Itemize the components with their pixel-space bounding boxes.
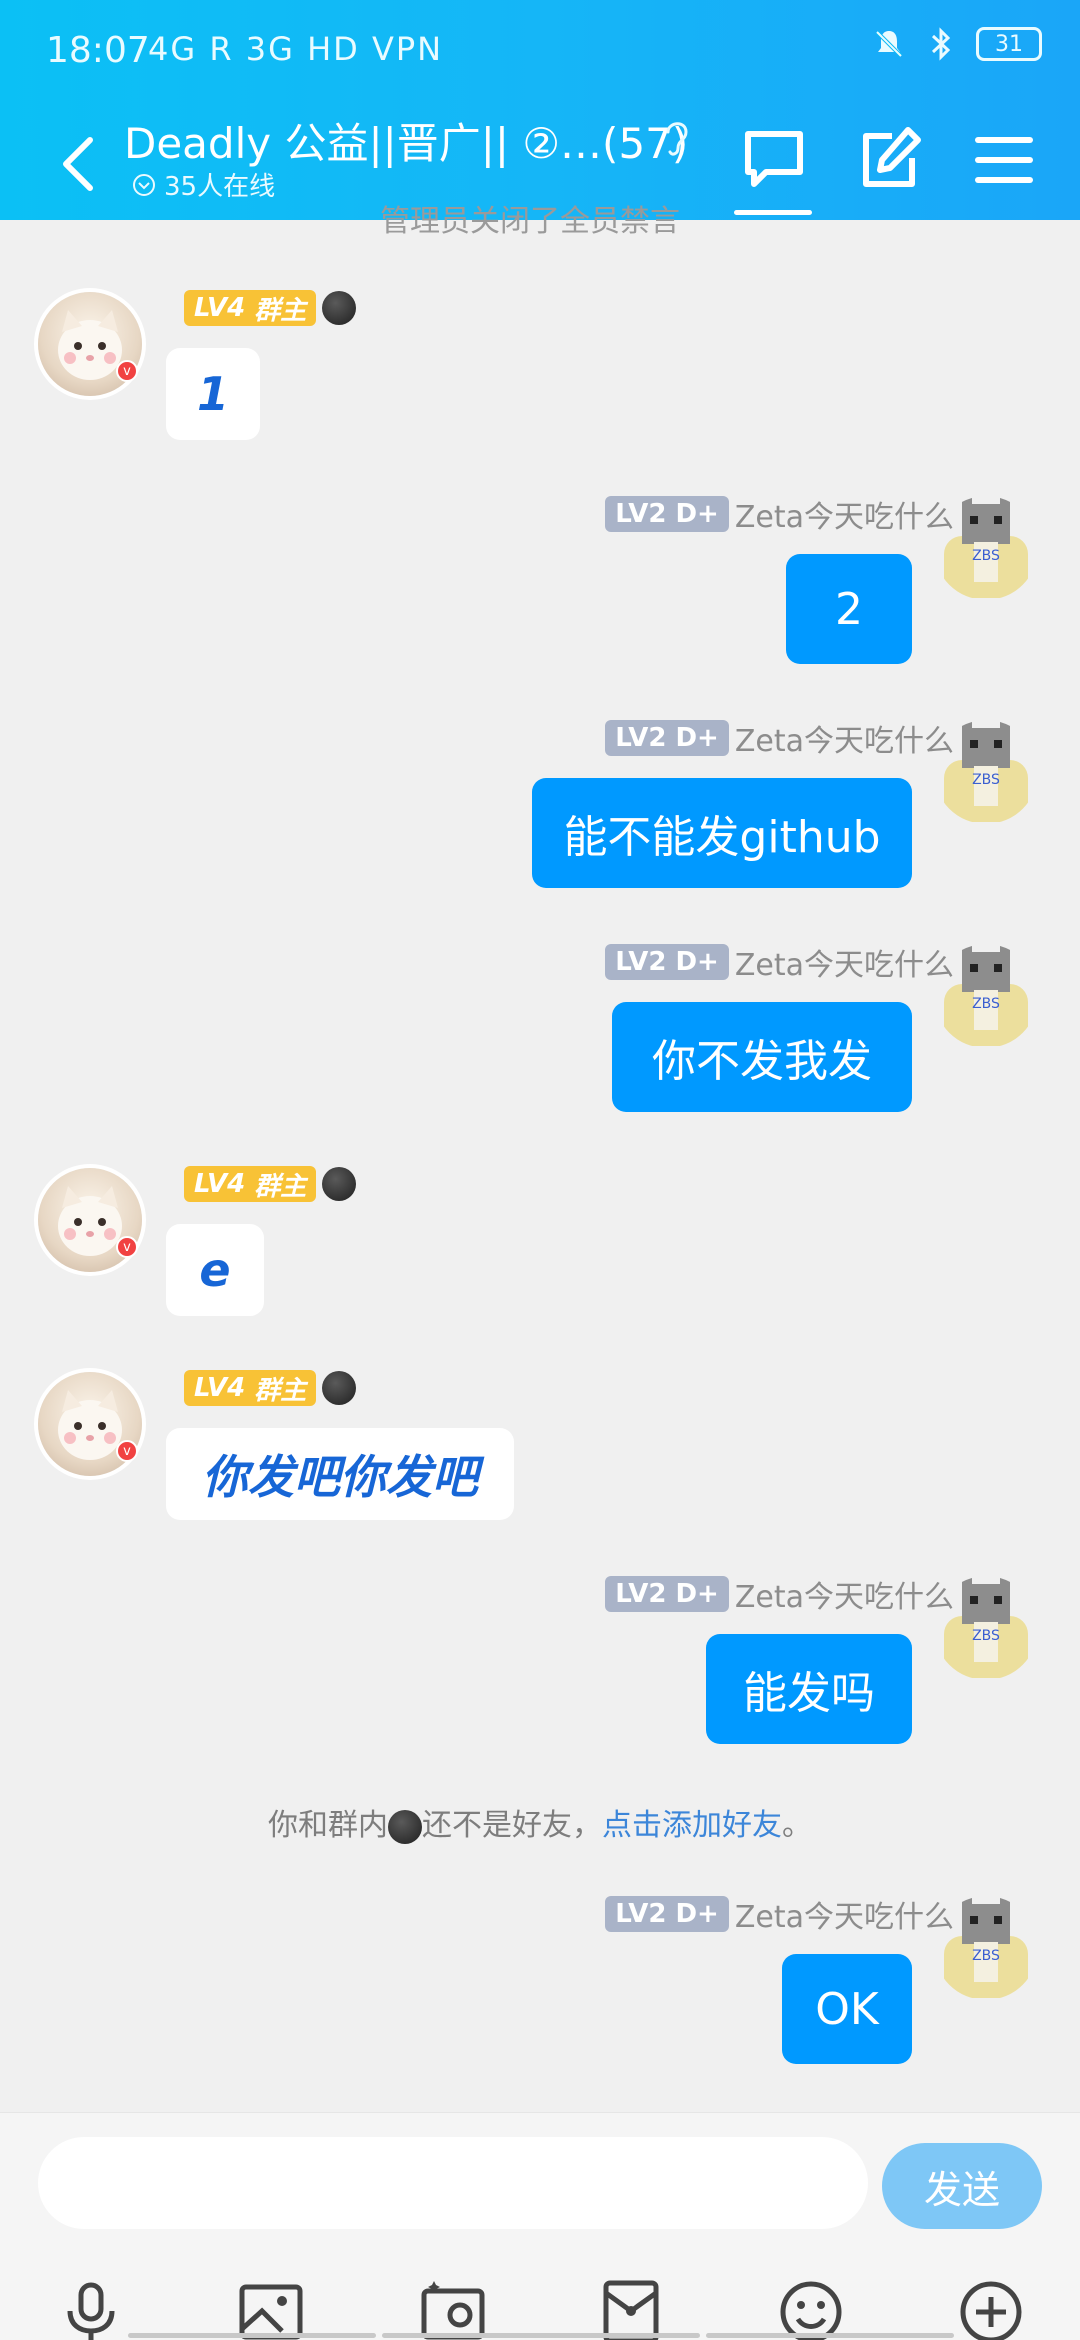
sender-name[interactable]: Zeta今天吃什么 <box>735 1892 954 1936</box>
level-label: LV4 <box>194 1169 246 1199</box>
dark-face-emoji-icon <box>322 291 357 325</box>
microphone-icon[interactable] <box>56 2277 126 2340</box>
message-meta: LV2 D+ Zeta今天吃什么 <box>605 716 954 760</box>
group-title[interactable]: Deadly 公益||晋广|| ②…(57) <box>124 110 688 171</box>
message-list[interactable]: 管理员关闭了全员禁言 v LV4 群主 1 ZBS LV2 D+ Zeta今天吃… <box>0 204 1080 2110</box>
level-badge: LV4 群主 <box>184 1166 317 1202</box>
role-label: 群主 <box>254 1171 307 1202</box>
svg-text:ZBS: ZBS <box>972 996 1000 1012</box>
message-bubble[interactable]: 你不发我发 <box>612 1002 912 1112</box>
sender-name[interactable]: Zeta今天吃什么 <box>735 492 954 536</box>
notice-middle: 还不是好友， <box>422 1808 602 1843</box>
online-count-label: 35人在线 <box>164 172 276 202</box>
emoji-icon[interactable] <box>776 2277 846 2340</box>
partially-hidden-system-text: 管理员关闭了全员禁言 <box>380 204 680 239</box>
header: 18:07 4G R 3G HD VPN 31 Deadly 公益||晋广|| … <box>0 0 1080 220</box>
chat-bubble-icon[interactable] <box>736 122 812 198</box>
role-label: 群主 <box>254 1375 307 1406</box>
edit-icon[interactable] <box>852 122 928 198</box>
level-badge: LV2 D+ <box>605 944 729 980</box>
verified-badge: v <box>116 360 138 382</box>
level-badge: LV4 群主 <box>184 290 317 326</box>
gesture-bar <box>382 2333 700 2338</box>
red-packet-icon[interactable] <box>596 2277 666 2340</box>
status-time: 18:07 <box>46 30 150 71</box>
svg-text:ZBS: ZBS <box>972 548 1000 564</box>
mute-bell-icon <box>875 30 903 58</box>
message-bubble[interactable]: 2 <box>786 554 912 664</box>
menu-icon[interactable] <box>966 122 1042 198</box>
message-meta: LV2 D+ Zeta今天吃什么 <box>605 1892 954 1936</box>
role-label: 群主 <box>254 295 307 326</box>
level-label: LV4 <box>194 1373 246 1403</box>
message-meta: LV4 群主 <box>184 290 357 326</box>
sender-name[interactable]: Zeta今天吃什么 <box>735 1572 954 1616</box>
level-badge: LV2 D+ <box>605 1576 729 1612</box>
dark-face-emoji-icon <box>322 1167 357 1201</box>
image-icon[interactable] <box>236 2277 306 2340</box>
input-bar: 发送 <box>0 2112 1080 2340</box>
gesture-bar <box>128 2333 376 2338</box>
level-badge: LV2 D+ <box>605 496 729 532</box>
svg-text:ZBS: ZBS <box>972 1948 1000 1964</box>
svg-text:ZBS: ZBS <box>972 772 1000 788</box>
message-bubble[interactable]: e <box>166 1224 264 1316</box>
notice-prefix: 你和群内 <box>268 1808 388 1843</box>
message-meta: LV4 群主 <box>184 1166 357 1202</box>
camera-icon[interactable] <box>418 2277 488 2340</box>
bluetooth-icon <box>931 27 951 61</box>
notice-suffix: 。 <box>782 1808 812 1843</box>
level-badge: LV2 D+ <box>605 720 729 756</box>
add-friend-link[interactable]: 点击添加好友 <box>602 1808 782 1843</box>
back-icon[interactable] <box>52 124 108 204</box>
verified-badge: v <box>116 1236 138 1258</box>
svg-text:ZBS: ZBS <box>972 1628 1000 1644</box>
battery-icon: 31 <box>976 27 1042 61</box>
message-input[interactable] <box>38 2137 868 2229</box>
chevron-down-circle-icon <box>133 173 155 196</box>
message-meta: LV2 D+ Zeta今天吃什么 <box>605 492 954 536</box>
message-bubble[interactable]: 能不能发github <box>532 778 912 888</box>
message-bubble[interactable]: 能发吗 <box>706 1634 912 1744</box>
verified-badge: v <box>116 1440 138 1462</box>
send-button[interactable]: 发送 <box>882 2143 1042 2229</box>
sender-name[interactable]: Zeta今天吃什么 <box>735 716 954 760</box>
sender-name[interactable]: Zeta今天吃什么 <box>735 940 954 984</box>
message-meta: LV2 D+ Zeta今天吃什么 <box>605 940 954 984</box>
level-label: LV4 <box>194 293 246 323</box>
online-count: 35人在线 <box>132 166 275 203</box>
level-badge: LV4 群主 <box>184 1370 317 1406</box>
level-badge: LV2 D+ <box>605 1896 729 1932</box>
ear-icon[interactable] <box>660 114 694 160</box>
add-friend-notice: 你和群内 还不是好友，点击添加好友。 <box>0 1800 1080 1844</box>
message-bubble[interactable]: 1 <box>166 348 260 440</box>
message-meta: LV2 D+ Zeta今天吃什么 <box>605 1572 954 1616</box>
message-bubble[interactable]: 你发吧你发吧 <box>166 1428 514 1520</box>
gesture-bar <box>706 2333 954 2338</box>
dark-face-emoji-icon <box>322 1371 357 1405</box>
message-meta: LV4 群主 <box>184 1370 357 1406</box>
status-bar: 18:07 4G R 3G HD VPN 31 <box>0 0 1080 108</box>
dark-face-emoji-icon <box>388 1809 422 1844</box>
status-right: 31 <box>872 26 1042 62</box>
plus-icon[interactable] <box>956 2277 1026 2340</box>
message-bubble[interactable]: OK <box>782 1954 912 2064</box>
network-indicators: 4G R 3G HD VPN <box>148 30 444 68</box>
active-tab-indicator <box>734 210 812 215</box>
